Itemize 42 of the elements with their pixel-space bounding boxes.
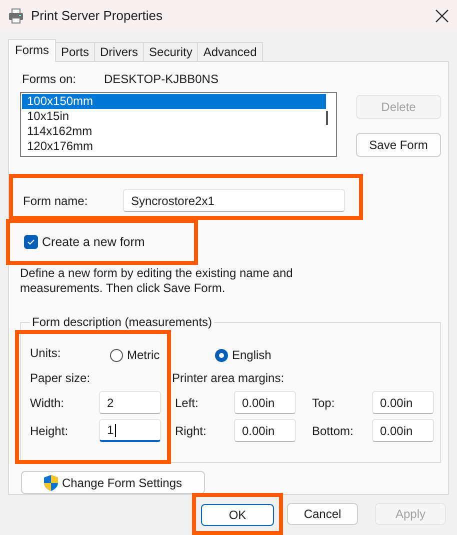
form-button[interactable]: Save Form (356, 133, 441, 157)
paper-size-label: Paper size: (30, 371, 92, 385)
instructions-text: Define a new form by editing the existing name and measurements. Then click Save Form. (20, 266, 294, 296)
margin-label: Left: (174, 396, 200, 410)
scrollbar-thumb[interactable] (326, 111, 328, 125)
margin-field[interactable]: 0.00in (372, 391, 434, 414)
close-icon[interactable] (435, 8, 449, 22)
size-field[interactable]: 2 (99, 391, 161, 414)
form-list-item[interactable]: 100x150mm (22, 94, 326, 109)
margin-field[interactable]: 0.00in (372, 419, 434, 442)
checkbox[interactable] (24, 235, 38, 249)
unit-radio[interactable]: English (215, 348, 320, 362)
size-label: Width: (30, 396, 66, 410)
unit-radio[interactable]: Metric (110, 348, 215, 362)
checkmark-icon (27, 239, 35, 245)
margins-label: Printer area margins: (172, 371, 284, 385)
margin-label: Bottom: (311, 424, 354, 438)
form-name-field[interactable]: Syncrostore2x1 (123, 189, 345, 212)
margin-label: Top: (311, 396, 336, 410)
window-title: Print Server Properties (31, 8, 164, 23)
change-form-settings-button[interactable]: Change Form Settings (21, 471, 205, 494)
margin-field[interactable]: 0.00in (234, 391, 296, 414)
printer-icon (8, 8, 24, 24)
margin-field[interactable]: 0.00in (234, 419, 296, 442)
dialog-button[interactable]: OK (201, 504, 274, 526)
units-label: Units: (30, 346, 62, 360)
group-title: Form description (measurements) (30, 315, 214, 329)
tab[interactable]: Advanced (197, 42, 263, 62)
size-label: Height: (30, 424, 70, 438)
server-name: DESKTOP-KJBB0NS (104, 72, 218, 86)
form-name-label: Form name: (23, 194, 89, 208)
forms-on-label: Forms on: (21, 72, 78, 86)
forms-list[interactable]: 100x150mm 10x15in 114x162mm 120x176mm (20, 92, 337, 157)
shield-icon (44, 474, 58, 490)
dialog-button[interactable]: Cancel (287, 503, 358, 525)
form-list-item[interactable]: 10x15in (22, 109, 326, 124)
margin-label: Right: (174, 424, 208, 438)
form-list-item[interactable]: 114x162mm (22, 124, 326, 139)
checkbox-label: Create a new form (42, 235, 145, 249)
form-list-item[interactable]: 120x176mm (22, 139, 326, 154)
size-field[interactable]: 1 (99, 419, 161, 442)
tab[interactable]: Forms (8, 39, 56, 62)
